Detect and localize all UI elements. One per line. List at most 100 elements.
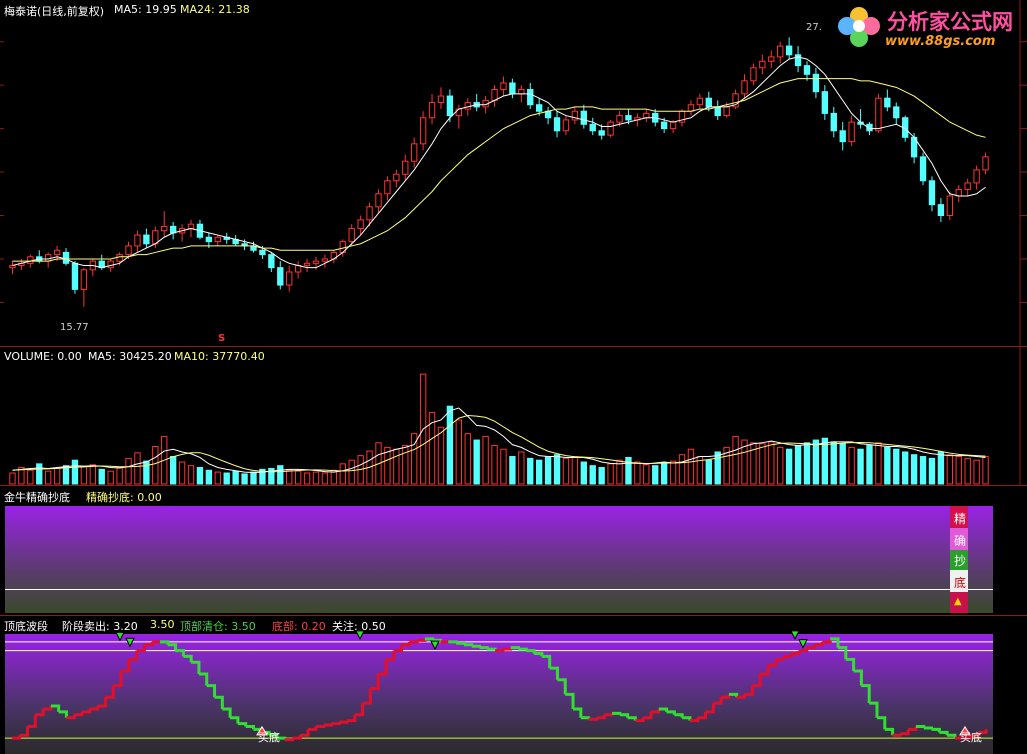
candle-body <box>928 180 936 206</box>
volume-bar <box>732 435 739 485</box>
volume-bar <box>928 457 936 485</box>
candle-body <box>553 117 561 132</box>
volume-bar <box>705 459 712 485</box>
wave-step <box>783 653 793 658</box>
volume-bar <box>660 462 668 485</box>
wave-step <box>245 724 255 730</box>
candle-body <box>589 123 596 132</box>
wave-step <box>643 711 653 720</box>
volume-bar <box>714 451 721 485</box>
volume-bar <box>312 471 320 485</box>
volume-bar <box>839 443 846 485</box>
wave-step <box>502 647 513 651</box>
volume-bar <box>812 439 820 485</box>
sell-arrow-icon <box>430 640 440 651</box>
volume-bar <box>80 466 88 485</box>
wave-step <box>752 673 762 688</box>
candle-body <box>500 82 507 91</box>
volume-bar <box>446 405 454 485</box>
candle-body <box>116 254 123 262</box>
wave-step <box>876 716 887 730</box>
wave-step <box>27 714 37 728</box>
candle-body <box>839 130 846 143</box>
candle-body <box>705 97 712 108</box>
volume-bar <box>848 446 855 485</box>
volume-bar <box>794 445 802 485</box>
pinwheel-icon <box>838 7 880 47</box>
candle-body <box>812 73 820 93</box>
candle-body <box>312 260 320 264</box>
volume-bar <box>884 446 891 485</box>
volume-bar <box>71 459 79 485</box>
wave-step <box>573 707 583 718</box>
volume-bar <box>777 446 784 485</box>
wave-step <box>900 729 910 736</box>
candle-body <box>964 182 971 190</box>
wave-step <box>721 694 731 699</box>
volume-bar <box>464 433 471 485</box>
wave-step <box>175 649 185 657</box>
candle-body <box>384 180 391 195</box>
candle-body <box>357 219 364 230</box>
site-logo: 分析家公式网 www.88gs.com <box>835 2 1020 52</box>
wave-step <box>97 697 107 708</box>
jinniu-value: 精确抄底: 0.00 <box>86 491 162 504</box>
candle-body <box>348 228 355 243</box>
wave-step <box>682 716 692 721</box>
wave-step <box>861 684 871 704</box>
volume-bar <box>910 454 918 485</box>
wave-step <box>121 659 131 673</box>
volume-bar <box>348 459 355 485</box>
wave-step <box>884 727 895 736</box>
volume-bar <box>955 456 962 485</box>
candle-body <box>428 102 436 119</box>
volume-bar <box>643 464 650 485</box>
candle-body <box>821 91 829 114</box>
wave-step <box>767 659 778 667</box>
volume-bar <box>9 472 16 485</box>
candle-body <box>830 112 837 132</box>
volume-bar <box>687 448 695 485</box>
volume-bar <box>134 452 141 485</box>
wave-step <box>198 672 209 686</box>
wave-step <box>674 713 684 718</box>
candle-body <box>669 121 677 130</box>
wave-step <box>315 724 326 728</box>
candle-body <box>580 110 587 125</box>
candle-body <box>625 115 632 121</box>
volume-bar <box>544 456 552 485</box>
bottom-label: 底部: 0.20 <box>272 620 326 633</box>
wave-step <box>230 716 240 724</box>
candle-body <box>98 260 105 269</box>
wave-step <box>518 647 528 651</box>
wave-step <box>697 711 708 720</box>
volume-ma10-label: MA10: 37770.40 <box>174 350 265 363</box>
volume-bar <box>402 445 409 485</box>
volume-bar <box>669 460 677 485</box>
candle-body <box>946 195 954 217</box>
candle-body <box>134 234 141 247</box>
candle-body <box>777 45 784 58</box>
volume-bar <box>598 467 605 485</box>
wave-step <box>183 654 193 663</box>
volume-bar <box>580 461 587 485</box>
wave-step <box>479 646 489 650</box>
volume-bar <box>27 469 34 485</box>
volume-bar <box>89 464 96 485</box>
volume-bar <box>44 470 52 485</box>
candle-body <box>143 234 150 245</box>
wave-step <box>393 644 404 653</box>
volume-bar <box>589 465 596 485</box>
candle-body <box>169 225 177 234</box>
volume-bar <box>937 451 945 485</box>
candle-body <box>214 236 221 243</box>
volume-bar <box>196 467 204 485</box>
high-price-marker: 27. <box>806 22 822 33</box>
volume-bar <box>286 469 293 485</box>
candle-body <box>491 89 498 101</box>
up-arrow-icon: ▲ <box>954 596 962 607</box>
candle-body <box>723 106 730 117</box>
candle-body <box>62 251 70 264</box>
wave-step <box>167 643 178 651</box>
candle-body <box>794 54 802 67</box>
